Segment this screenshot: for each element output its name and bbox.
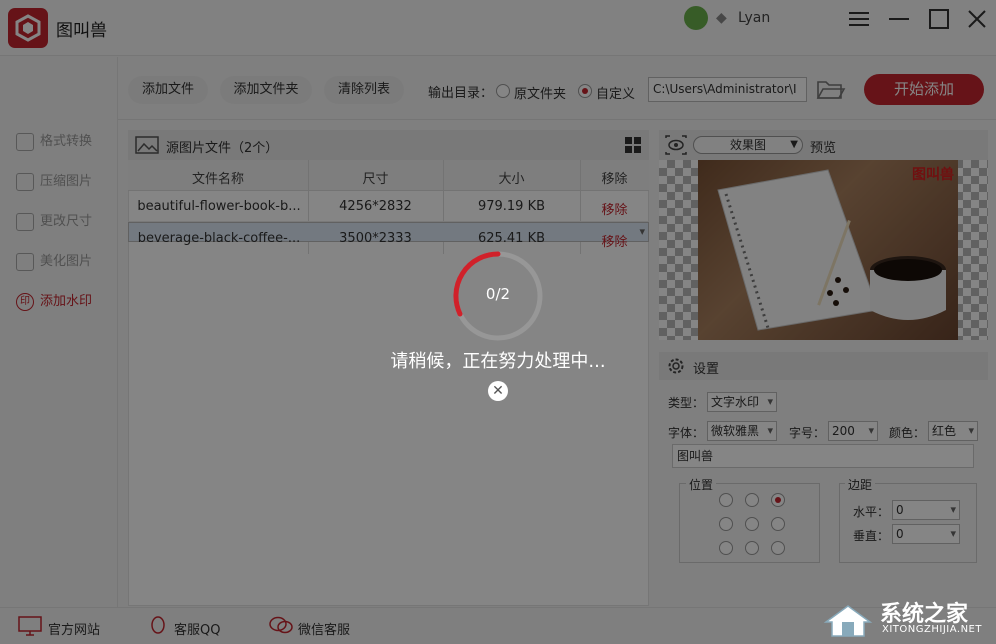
site-watermark: 系统之家 XITONGZHIJIA.NET [822,592,992,640]
processing-message: 请稍候，正在努力处理中... [390,351,606,372]
site-watermark-url: XITONGZHIJIA.NET [882,624,982,635]
progress-text: 0/2 [485,285,511,303]
cancel-processing-button[interactable]: ✕ [488,381,508,401]
